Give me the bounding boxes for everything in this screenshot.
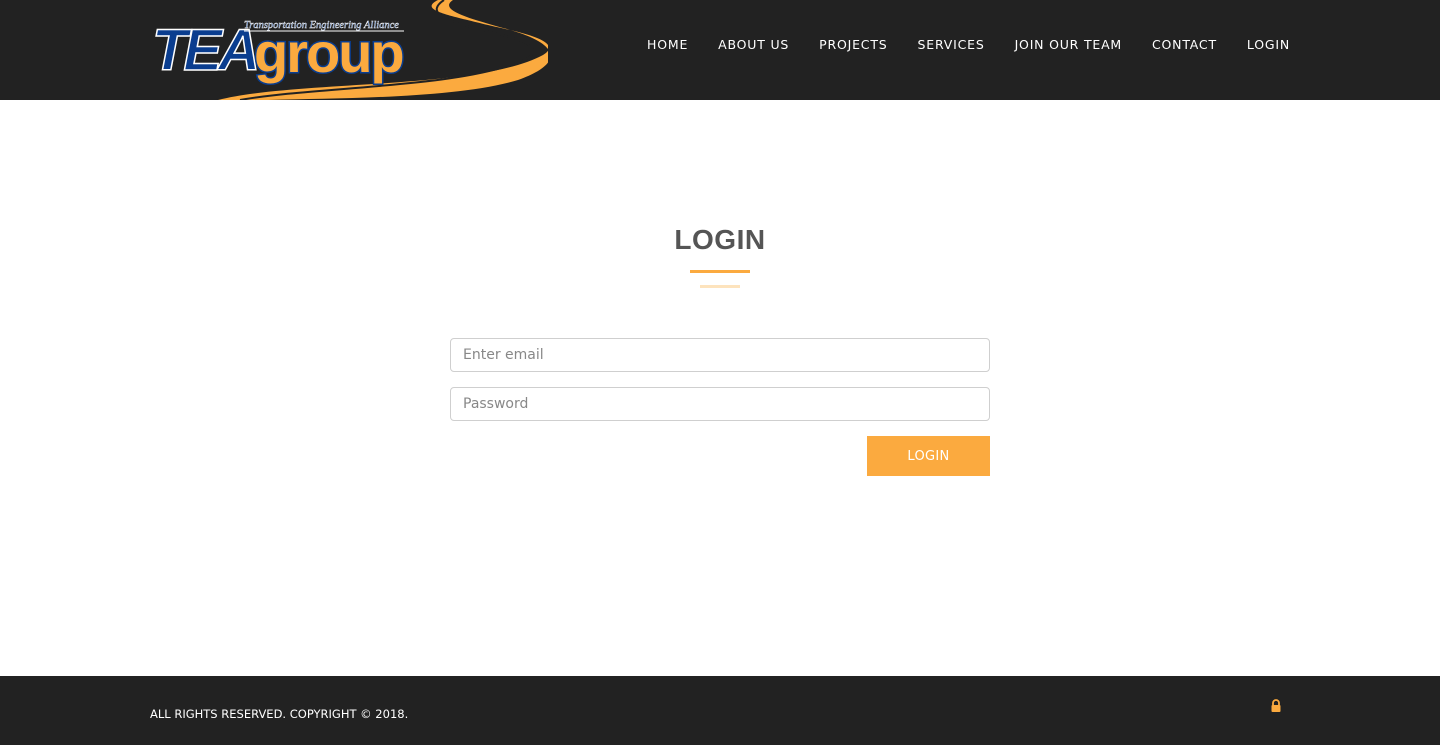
password-field[interactable] bbox=[451, 388, 989, 420]
nav-item-login[interactable]: LOGIN bbox=[1232, 37, 1290, 53]
site-footer: ALL RIGHTS RESERVED. COPYRIGHT © 2018. bbox=[0, 676, 1440, 745]
nav-item-services[interactable]: SERVICES bbox=[903, 37, 1000, 53]
nav-item-home[interactable]: HOME bbox=[632, 37, 703, 53]
main-nav: HOME ABOUT US PROJECTS SERVICES JOIN OUR… bbox=[632, 37, 1290, 53]
logo-tagline: Transportation Engineering Alliance bbox=[244, 20, 399, 31]
nav-item-join-our-team[interactable]: JOIN OUR TEAM bbox=[1000, 37, 1137, 53]
password-field-wrapper bbox=[450, 387, 990, 421]
login-section: LOGIN LOGIN bbox=[0, 100, 1440, 676]
nav-item-about-us[interactable]: ABOUT US bbox=[703, 37, 804, 53]
login-button[interactable]: LOGIN bbox=[867, 436, 990, 476]
title-underline-secondary bbox=[700, 285, 740, 288]
title-underline bbox=[690, 270, 750, 273]
copyright-text: ALL RIGHTS RESERVED. COPYRIGHT © 2018. bbox=[150, 707, 409, 721]
email-field[interactable] bbox=[451, 339, 989, 371]
nav-item-projects[interactable]: PROJECTS bbox=[804, 37, 902, 53]
email-field-wrapper bbox=[450, 338, 990, 372]
logo-tea-text: TEA bbox=[152, 18, 256, 83]
teagroup-logo[interactable]: TEA group Transportation Engineering All… bbox=[148, 0, 548, 100]
nav-item-contact[interactable]: CONTACT bbox=[1137, 37, 1232, 53]
lock-icon[interactable] bbox=[1270, 699, 1282, 713]
logo-graphic: TEA group Transportation Engineering All… bbox=[151, 0, 548, 100]
page-title: LOGIN bbox=[674, 224, 766, 255]
site-header: TEA group Transportation Engineering All… bbox=[0, 0, 1440, 100]
